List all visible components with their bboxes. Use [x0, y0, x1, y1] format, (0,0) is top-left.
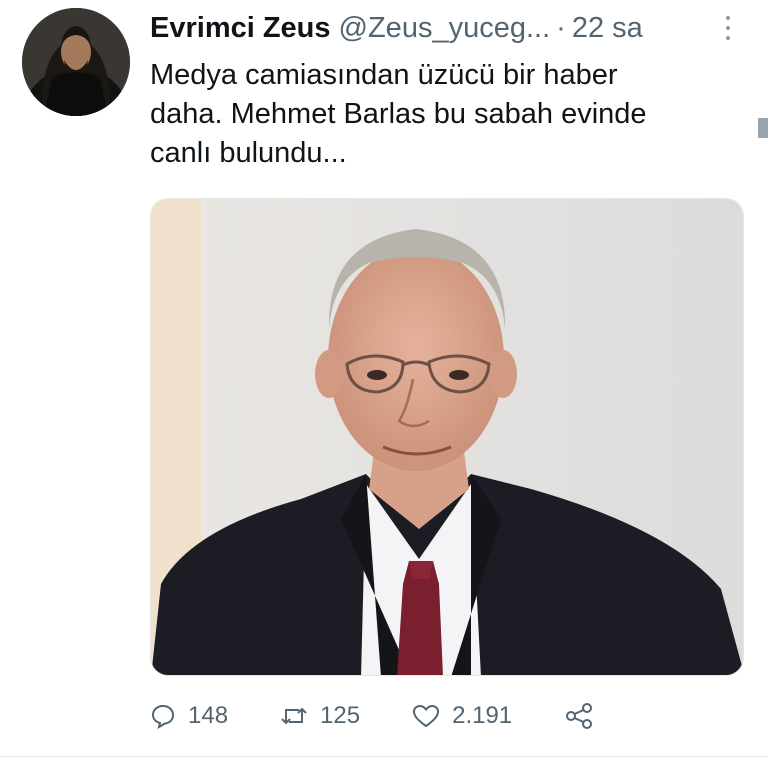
like-button[interactable]: 2.191 [412, 702, 512, 730]
avatar-image [22, 8, 130, 116]
heart-icon [413, 704, 440, 728]
retweet-count: 125 [320, 702, 361, 729]
share-icon [566, 703, 593, 729]
tweet-header: Evrimci Zeus @Zeus_yuceg... · 22 sa [150, 8, 710, 48]
tweet-media-photo[interactable] [150, 198, 744, 676]
retweet-button[interactable]: 125 [280, 702, 360, 730]
portrait-photo [151, 199, 743, 675]
more-vertical-icon[interactable] [718, 14, 738, 42]
tweet-text: Medya camiasından üzücü bir haber daha. … [150, 59, 647, 169]
reply-count: 148 [188, 702, 229, 729]
divider [0, 756, 768, 757]
author-display-name[interactable]: Evrimci Zeus [150, 8, 331, 48]
share-button[interactable] [564, 702, 594, 730]
reply-icon [151, 704, 175, 729]
header-separator: · [556, 12, 566, 44]
avatar[interactable] [22, 8, 130, 116]
author-handle[interactable]: @Zeus_yuceg... [339, 8, 551, 48]
reply-button[interactable]: 148 [150, 702, 228, 730]
tweet-timestamp[interactable]: 22 sa [572, 8, 643, 48]
like-count: 2.191 [452, 702, 513, 729]
retweet-icon [281, 707, 307, 725]
scrollbar-thumb[interactable] [758, 118, 768, 138]
tweet-action-bar: 148 125 2.191 [150, 694, 670, 738]
